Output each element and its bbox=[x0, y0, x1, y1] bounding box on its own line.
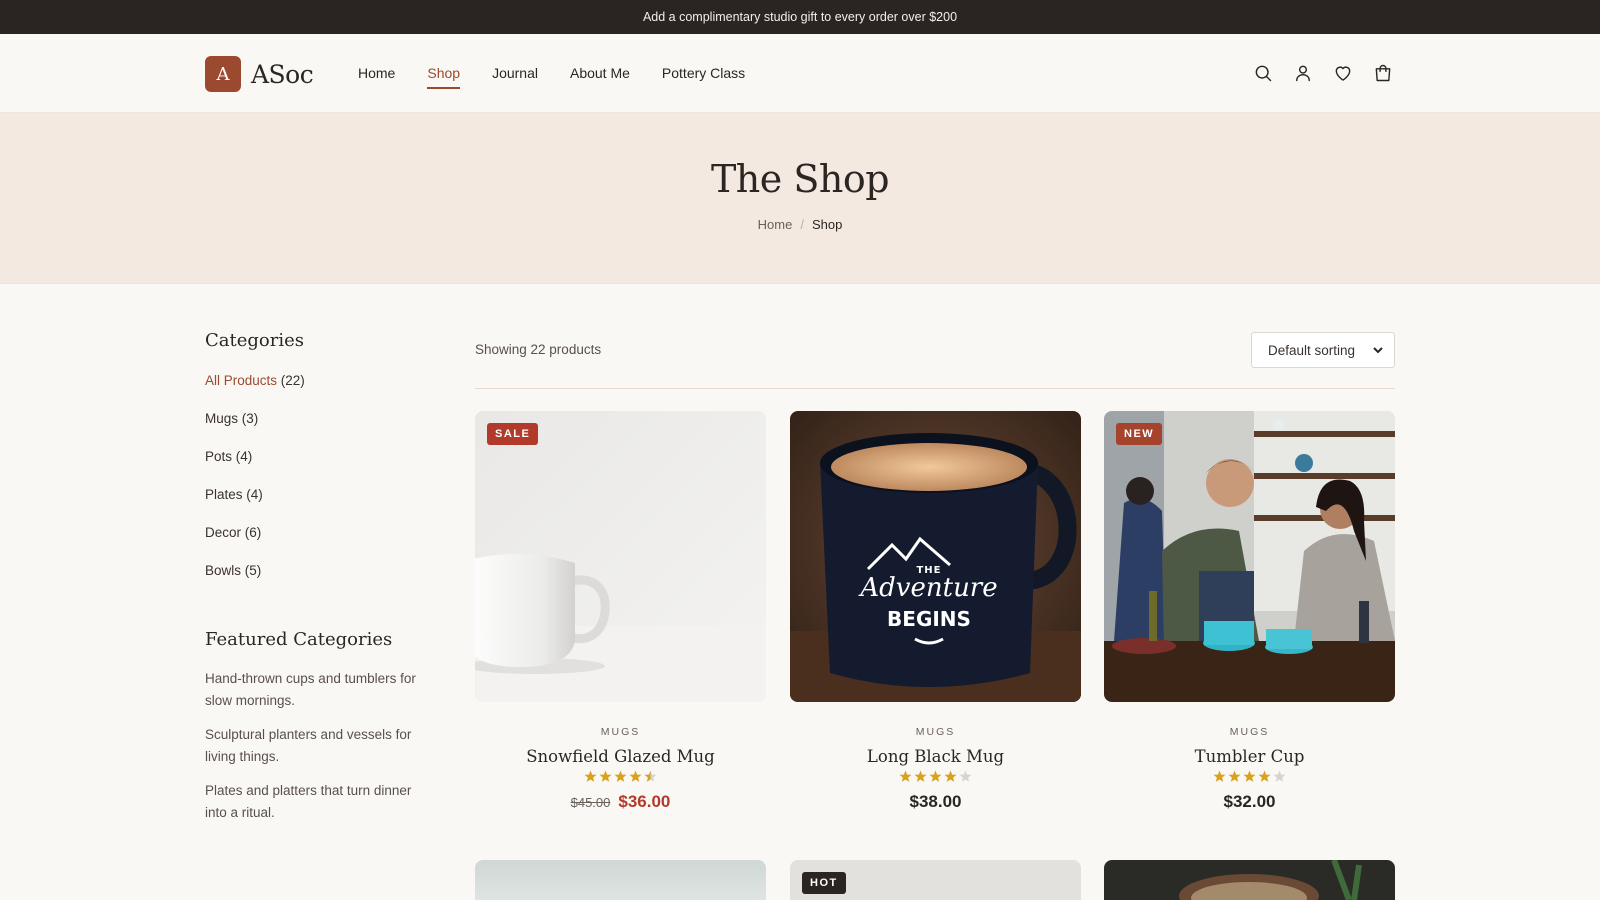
result-count: Showing 22 products bbox=[475, 342, 602, 357]
page-hero: The Shop Home / Shop bbox=[0, 113, 1600, 284]
rating-stars bbox=[1104, 770, 1395, 784]
category-count: (4) bbox=[235, 449, 253, 464]
search-icon[interactable] bbox=[1252, 62, 1274, 84]
rating-stars bbox=[475, 770, 766, 784]
category-item-all-products[interactable]: All Products (22) bbox=[205, 373, 430, 411]
product-price: $38.00 bbox=[909, 792, 962, 811]
badge-sale: SALE bbox=[487, 423, 539, 445]
mug-print-script: Adventure bbox=[858, 573, 997, 603]
product-name[interactable]: Tumbler Cup bbox=[1104, 747, 1395, 766]
breadcrumb-home[interactable]: Home bbox=[758, 217, 793, 232]
chevron-down-icon bbox=[1372, 344, 1384, 356]
sale-price: $36.00 bbox=[618, 792, 671, 811]
product-image[interactable] bbox=[1104, 860, 1395, 900]
featured-category-text: Hand-thrown cups and tumblers for slow m… bbox=[205, 671, 416, 708]
product-photo bbox=[475, 860, 766, 900]
product-image[interactable] bbox=[475, 860, 766, 900]
sidebar: Categories All Products (22) Mugs (3) Po… bbox=[205, 330, 430, 836]
kitchen-photo bbox=[1104, 411, 1395, 702]
product-card: THE Adventure BEGINS MUGS Long Black Mug… bbox=[790, 411, 1081, 812]
cart-icon[interactable] bbox=[1372, 62, 1394, 84]
nav-shop[interactable]: Shop bbox=[427, 65, 460, 89]
product-price: $32.00 bbox=[1223, 792, 1276, 811]
category-name: Decor bbox=[205, 525, 242, 540]
white-mug-photo bbox=[475, 411, 766, 702]
product-card: SALE MUGS Snowfield Glazed Mug $45.00 $36… bbox=[475, 411, 766, 812]
user-icon[interactable] bbox=[1292, 62, 1314, 84]
logo-badge: A bbox=[205, 56, 241, 92]
star-rating-icon bbox=[1213, 770, 1285, 782]
featured-category-text: Sculptural planters and vessels for livi… bbox=[205, 727, 412, 764]
breadcrumb-current: Shop bbox=[811, 217, 843, 232]
product-category: MUGS bbox=[915, 726, 956, 738]
product-name[interactable]: Snowfield Glazed Mug bbox=[475, 747, 766, 766]
rating-stars bbox=[790, 770, 1081, 784]
product-category: MUGS bbox=[1229, 726, 1270, 738]
category-item-pots[interactable]: Pots (4) bbox=[205, 449, 430, 487]
breadcrumb-separator: / bbox=[800, 217, 804, 232]
category-count: (6) bbox=[244, 525, 262, 540]
main-nav: Home Shop Journal About Me Pottery Class bbox=[358, 34, 777, 112]
categories-title: Categories bbox=[205, 330, 304, 351]
logo-text: ASoc bbox=[251, 59, 314, 89]
category-list: All Products (22) Mugs (3) Pots (4) Plat… bbox=[205, 373, 430, 601]
black-mug-photo: THE Adventure BEGINS bbox=[790, 411, 1081, 702]
product-image[interactable]: THE Adventure BEGINS bbox=[790, 411, 1081, 702]
featured-categories-title: Featured Categories bbox=[205, 629, 393, 650]
bowl-photo bbox=[1104, 860, 1395, 900]
category-item-mugs[interactable]: Mugs (3) bbox=[205, 411, 430, 449]
star-rating-icon bbox=[899, 770, 971, 782]
announcement-text: Add a complimentary studio gift to every… bbox=[642, 10, 958, 24]
site-header: A ASoc Home Shop Journal About Me Potter… bbox=[0, 34, 1600, 113]
product-card: HOT bbox=[790, 860, 1081, 900]
shop-toolbar: Showing 22 products Default sorting bbox=[475, 332, 1395, 389]
product-image[interactable]: HOT bbox=[790, 860, 1081, 900]
category-name: Bowls bbox=[205, 563, 242, 578]
sort-value: Default sorting bbox=[1268, 342, 1356, 358]
category-count: (22) bbox=[280, 373, 305, 388]
category-name: Mugs bbox=[205, 411, 239, 426]
mug-print-bottom: BEGINS bbox=[887, 607, 971, 631]
logo[interactable]: A ASoc bbox=[205, 56, 314, 92]
header-actions bbox=[1252, 62, 1412, 84]
product-card: NEW MUGS Tumbler Cup $32.00 bbox=[1104, 411, 1395, 812]
sort-select[interactable]: Default sorting bbox=[1251, 332, 1395, 368]
category-count: (5) bbox=[244, 563, 262, 578]
badge-new: NEW bbox=[1116, 423, 1163, 445]
nav-home[interactable]: Home bbox=[358, 65, 395, 81]
category-item-plates[interactable]: Plates (4) bbox=[205, 487, 430, 525]
category-count: (3) bbox=[241, 411, 259, 426]
category-count: (4) bbox=[246, 487, 263, 502]
nav-pottery-class[interactable]: Pottery Class bbox=[662, 65, 745, 81]
category-name: Plates bbox=[205, 487, 243, 502]
product-category: MUGS bbox=[600, 726, 641, 738]
badge-hot: HOT bbox=[802, 872, 846, 894]
announcement-bar: Add a complimentary studio gift to every… bbox=[0, 0, 1600, 34]
breadcrumb: Home / Shop bbox=[0, 217, 1600, 232]
product-image[interactable]: SALE bbox=[475, 411, 766, 702]
nav-about-me[interactable]: About Me bbox=[570, 65, 630, 81]
product-name[interactable]: Long Black Mug bbox=[790, 747, 1081, 766]
product-price: $45.00 $36.00 bbox=[475, 792, 766, 812]
category-item-bowls[interactable]: Bowls (5) bbox=[205, 563, 430, 601]
original-price: $45.00 bbox=[570, 795, 611, 810]
category-item-decor[interactable]: Decor (6) bbox=[205, 525, 430, 563]
heart-icon[interactable] bbox=[1332, 62, 1354, 84]
nav-journal[interactable]: Journal bbox=[492, 65, 538, 81]
category-name: All Products bbox=[205, 373, 278, 388]
category-name: Pots bbox=[205, 449, 233, 464]
product-card bbox=[1104, 860, 1395, 900]
product-card bbox=[475, 860, 766, 900]
featured-category-text: Plates and platters that turn dinner int… bbox=[205, 783, 412, 820]
star-rating-icon bbox=[584, 770, 656, 782]
page-title: The Shop bbox=[710, 157, 890, 201]
product-image[interactable]: NEW bbox=[1104, 411, 1395, 702]
